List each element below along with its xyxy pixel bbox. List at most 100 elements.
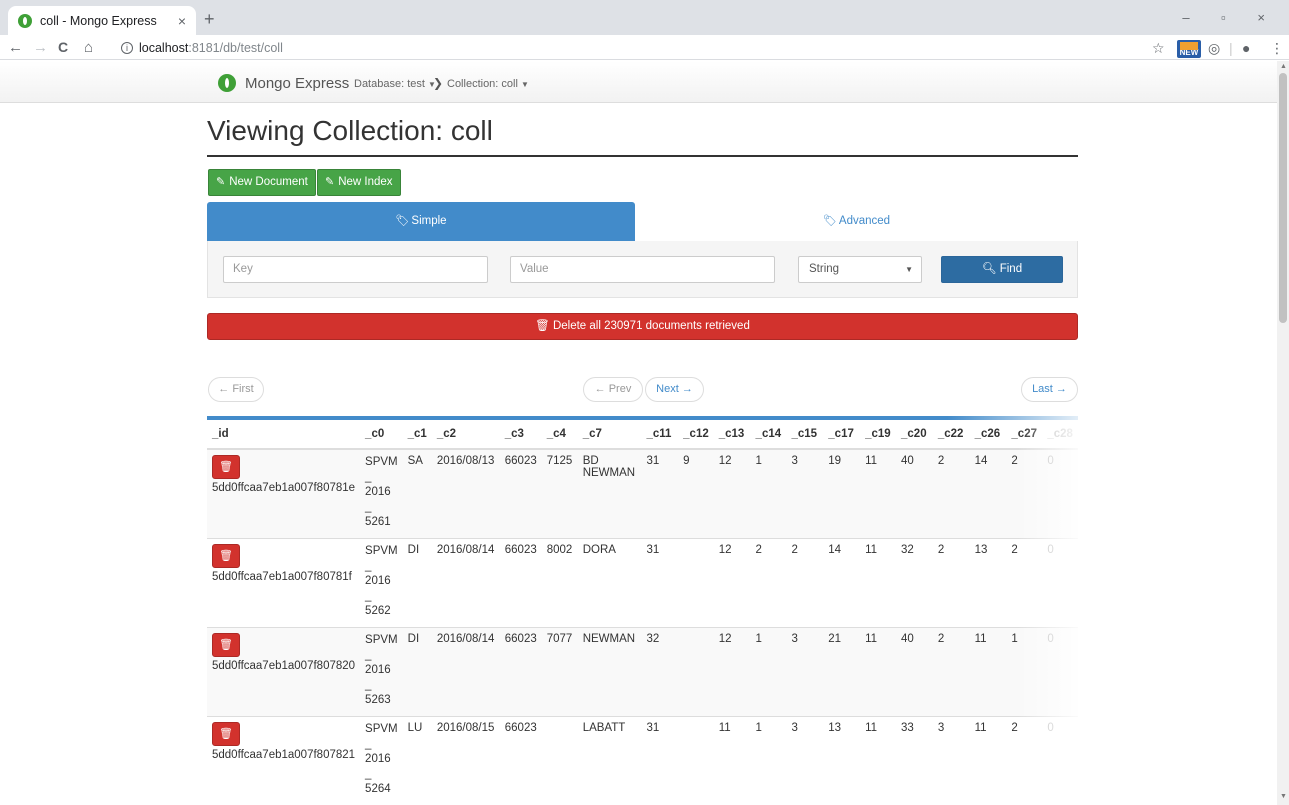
cell-c2: 2016/08/15	[431, 716, 500, 805]
delete-document-button[interactable]: 🗑︎	[212, 721, 240, 746]
col-header[interactable]: _c4	[541, 420, 578, 450]
col-header[interactable]: _c27	[1006, 420, 1043, 450]
delete-document-button[interactable]: 🗑︎	[212, 543, 240, 568]
cell-c22: 2	[932, 627, 970, 717]
document-id-link[interactable]: 5dd0ffcaa7eb1a007f80781e	[212, 482, 355, 494]
first-page-button[interactable]: ← First	[208, 377, 264, 402]
table-header-row: _id _c0 _c1 _c2 _c3 _c4 _c7 _c11 _c12 _c…	[207, 420, 1078, 450]
database-crumb-label: Database: test	[354, 78, 425, 90]
caret-down-icon: ▼	[905, 265, 913, 274]
info-icon[interactable]: i	[121, 41, 133, 54]
cell-c4: 7125	[541, 449, 578, 539]
url-host: localhost	[139, 40, 189, 55]
cell-c17: 14	[823, 538, 861, 628]
cell-c13: 12	[713, 627, 751, 717]
delete-document-button[interactable]: 🗑︎	[212, 632, 240, 657]
cell-id: 🗑︎ 5dd0ffcaa7eb1a007f80781e	[207, 449, 361, 539]
col-header[interactable]: _c20	[896, 420, 933, 450]
table-row[interactable]: 🗑︎ 5dd0ffcaa7eb1a007f807821 SPVM _ 2016 _ 5264…	[207, 716, 1078, 805]
col-header[interactable]: _c7	[577, 420, 642, 450]
back-icon[interactable]: ←	[8, 39, 23, 56]
col-header[interactable]: _c2	[431, 420, 500, 450]
cell-c12	[678, 716, 714, 805]
tab-simple[interactable]: 🏷 Simple	[207, 202, 635, 241]
delete-all-button[interactable]: 🗑︎ Delete all 230971 documents retrieved	[207, 313, 1078, 340]
col-header[interactable]: _c13	[713, 420, 751, 450]
scrollbar-thumb[interactable]	[1279, 73, 1287, 323]
col-header[interactable]: _c28	[1042, 420, 1078, 450]
database-dropdown[interactable]: Database: test ▼	[354, 78, 436, 90]
cell-c0-part: 5263	[365, 693, 391, 706]
cell-c0-part: 2016	[365, 752, 391, 765]
home-icon[interactable]: ⌂	[84, 39, 93, 56]
cell-c13: 12	[713, 449, 751, 539]
cell-c28: 0	[1042, 716, 1078, 805]
type-select[interactable]: String ▼	[798, 256, 922, 283]
cell-id: 🗑︎ 5dd0ffcaa7eb1a007f807821	[207, 716, 361, 805]
profile-avatar-icon[interactable]: ●	[1242, 40, 1250, 56]
collection-dropdown[interactable]: Collection: coll ▼	[447, 78, 529, 90]
col-header[interactable]: _id	[207, 420, 361, 450]
table-row[interactable]: 🗑︎ 5dd0ffcaa7eb1a007f807820 SPVM _ 2016 _ 5263…	[207, 627, 1078, 717]
col-header[interactable]: _c3	[499, 420, 542, 450]
cell-c0: SPVM _ 2016 _ 5261	[360, 449, 403, 539]
cell-c12	[678, 538, 714, 628]
cell-c11: 31	[641, 716, 679, 805]
window-controls[interactable]: – ▫ ×	[1182, 10, 1279, 25]
document-id-link[interactable]: 5dd0ffcaa7eb1a007f807820	[212, 660, 355, 672]
mongo-leaf-icon[interactable]	[218, 74, 236, 92]
col-header[interactable]: _c14	[750, 420, 787, 450]
cell-c11: 31	[641, 538, 679, 628]
document-id-link[interactable]: 5dd0ffcaa7eb1a007f807821	[212, 749, 355, 761]
vertical-scrollbar[interactable]: ▲ ▼	[1277, 61, 1289, 805]
menu-kebab-icon[interactable]: ⋮	[1270, 40, 1284, 57]
cell-c0-part: 5264	[365, 782, 391, 795]
new-index-button[interactable]: ✎ New Index	[317, 169, 401, 196]
cell-c28: 0	[1042, 538, 1078, 628]
col-header[interactable]: _c26	[969, 420, 1007, 450]
col-header[interactable]: _c12	[678, 420, 714, 450]
prev-page-button[interactable]: ← Prev	[583, 377, 643, 402]
col-header[interactable]: _c1	[402, 420, 432, 450]
url-field[interactable]: i localhost :8181/db/test/coll	[113, 37, 1133, 58]
value-input[interactable]: Value	[510, 256, 775, 283]
col-header[interactable]: _c19	[860, 420, 897, 450]
last-page-button[interactable]: Last →	[1021, 377, 1078, 402]
cell-c1: SA	[402, 449, 432, 539]
delete-document-button[interactable]: 🗑︎	[212, 455, 240, 479]
col-header[interactable]: _c0	[360, 420, 403, 450]
new-tab-icon[interactable]: +	[204, 9, 215, 30]
trash-icon: 🗑︎	[219, 549, 233, 562]
forward-icon[interactable]: →	[33, 39, 48, 56]
find-label: Find	[999, 263, 1023, 275]
bookmark-star-icon[interactable]: ☆	[1152, 40, 1165, 57]
cell-c15: 3	[786, 716, 824, 805]
browser-tab[interactable]: coll - Mongo Express ×	[8, 6, 196, 35]
cell-c15: 2	[786, 538, 824, 628]
scroll-down-icon[interactable]: ▼	[1280, 793, 1287, 800]
new-extension-badge-icon[interactable]: NEW	[1177, 40, 1201, 58]
extension-icon[interactable]: ◎	[1208, 40, 1220, 57]
table-row[interactable]: 🗑︎ 5dd0ffcaa7eb1a007f80781e SPVM _ 2016 _ 5261…	[207, 449, 1078, 539]
new-document-button[interactable]: ✎ New Document	[208, 169, 316, 196]
tab-advanced[interactable]: 🏷 Advanced	[635, 202, 1078, 241]
col-header[interactable]: _c17	[823, 420, 861, 450]
brand-link[interactable]: Mongo Express	[245, 75, 349, 92]
cell-c0-part: _	[365, 767, 372, 780]
cell-c0-part: 5262	[365, 604, 391, 617]
cell-c2: 2016/08/13	[431, 449, 500, 539]
col-header[interactable]: _c11	[641, 420, 679, 450]
table-row[interactable]: 🗑︎ 5dd0ffcaa7eb1a007f80781f SPVM _ 2016 _ 5262…	[207, 538, 1078, 628]
reload-icon[interactable]: C	[58, 39, 68, 55]
scroll-up-icon[interactable]: ▲	[1280, 63, 1287, 70]
cell-c7: BD NEWMAN	[577, 449, 642, 539]
cell-c13: 12	[713, 538, 751, 628]
next-page-button[interactable]: Next →	[645, 377, 704, 402]
key-input[interactable]: Key	[223, 256, 488, 283]
col-header[interactable]: _c15	[786, 420, 824, 450]
cell-c13: 11	[713, 716, 751, 805]
col-header[interactable]: _c22	[932, 420, 970, 450]
tab-close-icon[interactable]: ×	[178, 13, 186, 29]
find-button[interactable]: 🔍︎ Find	[941, 256, 1063, 283]
document-id-link[interactable]: 5dd0ffcaa7eb1a007f80781f	[212, 571, 355, 583]
